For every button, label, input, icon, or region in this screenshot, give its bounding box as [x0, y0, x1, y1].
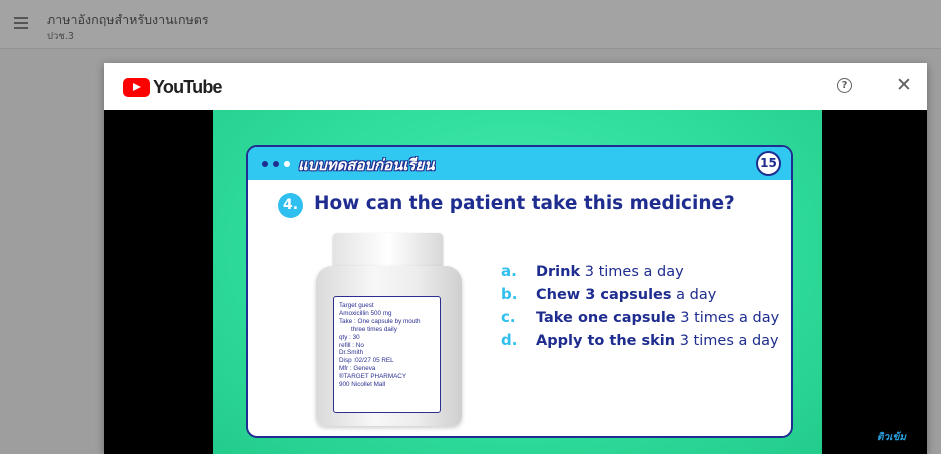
youtube-wordmark: YouTube	[153, 77, 223, 97]
label-line: three times daily	[351, 325, 397, 333]
pretest-title: แบบทดสอบก่อนเรียน	[298, 156, 435, 174]
label-line: Target guest	[339, 302, 374, 309]
answer-letter: a.	[501, 262, 517, 280]
video-slide: แบบทดสอบก่อนเรียน 15 4. How can the pati…	[213, 110, 822, 454]
answer-bold: Chew 3 capsules	[536, 287, 672, 303]
answer-rest: 3 times a day	[675, 333, 779, 349]
label-line: Disp :02/27 05 REL	[339, 357, 394, 365]
label-line: Amoxicillin 500 mg	[339, 309, 392, 317]
answer-option-c: c. Take one capsule 3 times a day	[501, 306, 779, 329]
app-header: ภาษาอังกฤษสำหรับงานเกษตร ปวช.3	[0, 0, 941, 49]
youtube-logo[interactable]: YouTube	[123, 77, 223, 98]
question-text: How can the patient take this medicine?	[314, 193, 735, 214]
answer-rest: 3 times a day	[580, 264, 684, 280]
answer-bold: Apply to the skin	[536, 333, 676, 349]
slide-number-badge: 15	[756, 151, 781, 176]
label-line: Take : One capsule by mouth	[339, 317, 421, 325]
course-title: ภาษาอังกฤษสำหรับงานเกษตร	[47, 12, 209, 27]
label-line: Dr.Smith	[339, 349, 364, 357]
dot-icon	[273, 161, 279, 167]
help-circle-icon: ?	[841, 80, 848, 91]
medicine-bottle-image: Target guest Amoxicillin 500 mg Take : O…	[314, 233, 466, 433]
answer-option-d: d. Apply to the skin 3 times a day	[501, 329, 779, 352]
dot-icon	[262, 161, 268, 167]
close-button[interactable]: ✕	[894, 75, 914, 95]
answer-rest: 3 times a day	[675, 310, 780, 326]
course-subtitle: ปวช.3	[47, 31, 74, 42]
youtube-modal: YouTube ? ✕ แบบทดสอบก่อนเรียน 15 4. How …	[104, 63, 927, 454]
answer-bold: Drink	[536, 264, 581, 280]
hamburger-menu-icon[interactable]	[14, 17, 28, 29]
help-button[interactable]: ?	[837, 78, 852, 93]
answer-letter: b.	[501, 285, 518, 303]
video-player[interactable]: แบบทดสอบก่อนเรียน 15 4. How can the pati…	[104, 110, 927, 454]
close-icon: ✕	[896, 74, 912, 96]
answer-letter: d.	[501, 331, 518, 349]
label-line: ®TARGET PHARMACY	[339, 373, 407, 381]
answer-bold: Take one capsule	[536, 310, 676, 326]
label-line: refill : No	[339, 341, 364, 349]
youtube-play-icon	[123, 78, 150, 97]
label-line: qty : 30	[339, 333, 360, 341]
label-line: Mfr : Geneva	[339, 365, 376, 373]
bottle-label: Target guest Amoxicillin 500 mg Take : O…	[333, 296, 441, 413]
answer-option-a: a. Drink 3 times a day	[501, 260, 779, 283]
answer-list: a. Drink 3 times a day b. Chew 3 capsules …	[501, 260, 779, 352]
bottle-cap	[333, 233, 443, 267]
card-header: แบบทดสอบก่อนเรียน 15	[248, 147, 791, 180]
answer-rest: a day	[671, 287, 717, 303]
dot-icon	[284, 161, 290, 167]
question-number-badge: 4.	[278, 193, 303, 218]
channel-watermark[interactable]: ติวเข้ม	[877, 430, 906, 445]
label-line: 900 Nicollet Mall	[339, 381, 386, 389]
answer-letter: c.	[501, 308, 516, 326]
answer-option-b: b. Chew 3 capsules a day	[501, 283, 779, 306]
modal-header: YouTube ? ✕	[104, 63, 927, 110]
quiz-card: แบบทดสอบก่อนเรียน 15 4. How can the pati…	[246, 145, 793, 438]
